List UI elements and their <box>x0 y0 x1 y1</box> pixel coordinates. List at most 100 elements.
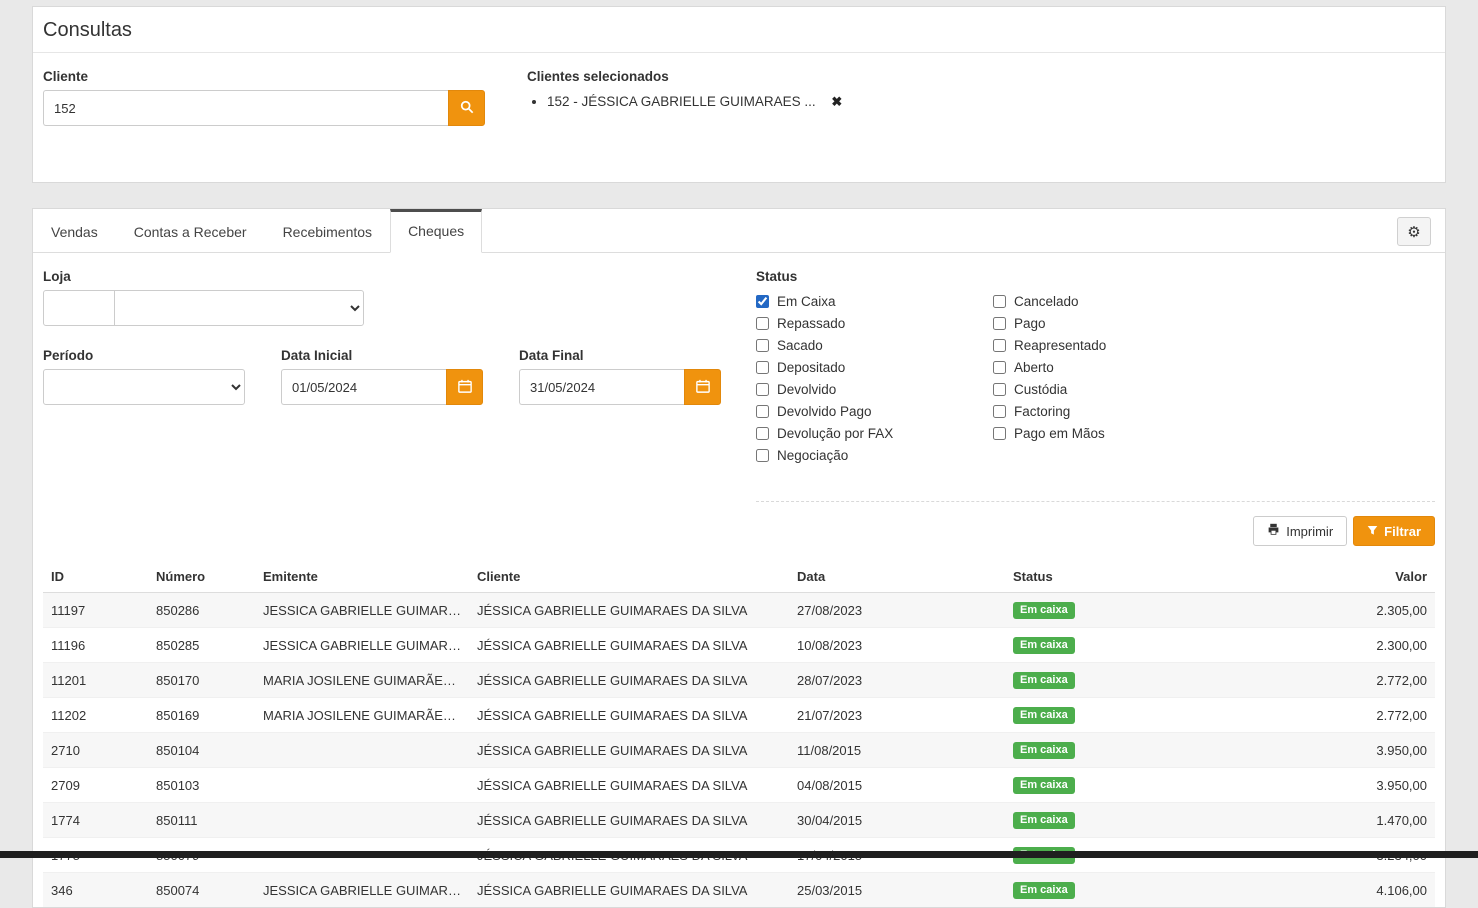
cell-numero: 850103 <box>148 768 255 803</box>
col-header-data: Data <box>789 561 1005 593</box>
table-row[interactable]: 11202 850169 MARIA JOSILENE GUIMARÃES SI… <box>43 698 1435 733</box>
cell-valor: 2.772,00 <box>1275 663 1435 698</box>
status-option: Pago em Mãos <box>993 422 1106 444</box>
cell-emitente <box>255 733 469 768</box>
col-header-status: Status <box>1005 561 1275 593</box>
remove-client-icon[interactable]: ✖ <box>831 94 842 109</box>
cell-status: Em caixa <box>1005 803 1275 838</box>
filters-section: Loja Período Data Inicial <box>33 253 1445 466</box>
status-badge: Em caixa <box>1013 707 1075 724</box>
status-badge: Em caixa <box>1013 777 1075 794</box>
status-checkbox[interactable] <box>993 405 1006 418</box>
cell-cliente: JÉSSICA GABRIELLE GUIMARAES DA SILVA <box>469 768 789 803</box>
imprimir-button[interactable]: Imprimir <box>1253 516 1347 546</box>
data-inicial-calendar-button[interactable] <box>446 369 483 405</box>
tab-recebimentos[interactable]: Recebimentos <box>265 209 391 253</box>
cell-numero: 850170 <box>148 663 255 698</box>
cliente-label: Cliente <box>43 69 485 84</box>
cell-valor: 4.106,00 <box>1275 873 1435 908</box>
settings-button[interactable]: ⚙ <box>1397 217 1431 246</box>
status-badge: Em caixa <box>1013 882 1075 899</box>
status-option: Factoring <box>993 400 1106 422</box>
col-header-numero: Número <box>148 561 255 593</box>
status-option-label: Repassado <box>777 316 845 331</box>
status-label: Status <box>756 269 1435 284</box>
cell-id: 2709 <box>43 768 148 803</box>
status-column-2: Cancelado Pago Reapresentado Aberto Cust… <box>993 290 1106 466</box>
cliente-search-button[interactable] <box>448 90 485 126</box>
table-row[interactable]: 11197 850286 JESSICA GABRIELLE GUIMARAES… <box>43 593 1435 628</box>
cell-valor: 3.950,00 <box>1275 768 1435 803</box>
table-row[interactable]: 2709 850103 JÉSSICA GABRIELLE GUIMARAES … <box>43 768 1435 803</box>
table-row[interactable]: 1774 850111 JÉSSICA GABRIELLE GUIMARAES … <box>43 803 1435 838</box>
cell-valor: 1.470,00 <box>1275 803 1435 838</box>
cell-id: 11197 <box>43 593 148 628</box>
cell-status: Em caixa <box>1005 733 1275 768</box>
cliente-search-input[interactable] <box>43 90 448 126</box>
tab-contas-a-receber[interactable]: Contas a Receber <box>116 209 265 253</box>
status-checkbox[interactable] <box>993 339 1006 352</box>
cell-emitente: JESSICA GABRIELLE GUIMARAES SILVA <box>255 873 469 908</box>
data-final-input[interactable] <box>519 369 684 405</box>
cell-data: 30/04/2015 <box>789 803 1005 838</box>
cell-cliente: JÉSSICA GABRIELLE GUIMARAES DA SILVA <box>469 663 789 698</box>
data-final-calendar-button[interactable] <box>684 369 721 405</box>
status-checkbox[interactable] <box>993 427 1006 440</box>
status-option: Pago <box>993 312 1106 334</box>
clientes-selecionados-label: Clientes selecionados <box>527 69 842 84</box>
table-row[interactable]: 11196 850285 JESSICA GABRIELLE GUIMARAES… <box>43 628 1435 663</box>
status-option: Reapresentado <box>993 334 1106 356</box>
status-option-label: Aberto <box>1014 360 1054 375</box>
status-option-label: Factoring <box>1014 404 1070 419</box>
status-checkbox[interactable] <box>756 427 769 440</box>
cell-valor: 3.950,00 <box>1275 733 1435 768</box>
tab-vendas[interactable]: Vendas <box>33 209 116 253</box>
cell-data: 10/08/2023 <box>789 628 1005 663</box>
status-checkbox[interactable] <box>756 405 769 418</box>
filtrar-label: Filtrar <box>1384 524 1421 539</box>
status-checkbox[interactable] <box>993 295 1006 308</box>
cell-numero: 850104 <box>148 733 255 768</box>
status-option: Repassado <box>756 312 993 334</box>
cell-status: Em caixa <box>1005 663 1275 698</box>
table-row[interactable]: 11201 850170 MARIA JOSILENE GUIMARÃES SI… <box>43 663 1435 698</box>
status-checkbox[interactable] <box>993 361 1006 374</box>
filtrar-button[interactable]: Filtrar <box>1353 516 1435 546</box>
consultas-body: Cliente Clientes selecionados 152 - JÉS <box>33 53 1445 182</box>
status-checkbox[interactable] <box>756 449 769 462</box>
status-checkbox[interactable] <box>993 383 1006 396</box>
table-header-row: ID Número Emitente Cliente Data Status V… <box>43 561 1435 593</box>
status-checkbox[interactable] <box>756 339 769 352</box>
cell-status: Em caixa <box>1005 768 1275 803</box>
status-checkbox[interactable] <box>756 361 769 374</box>
table-row[interactable]: 346 850074 JESSICA GABRIELLE GUIMARAES S… <box>43 873 1435 908</box>
status-checkbox[interactable] <box>993 317 1006 330</box>
status-option: Aberto <box>993 356 1106 378</box>
status-checkbox[interactable] <box>756 295 769 308</box>
status-checkbox[interactable] <box>756 317 769 330</box>
search-icon <box>460 100 474 117</box>
status-option-label: Negociação <box>777 448 848 463</box>
loja-label: Loja <box>43 269 756 284</box>
data-inicial-group: Data Inicial <box>281 348 483 405</box>
status-option-label: Depositado <box>777 360 845 375</box>
cell-status: Em caixa <box>1005 873 1275 908</box>
cell-cliente: JÉSSICA GABRIELLE GUIMARAES DA SILVA <box>469 628 789 663</box>
cheques-table-body: 11197 850286 JESSICA GABRIELLE GUIMARAES… <box>43 593 1435 908</box>
tab-cheques[interactable]: Cheques <box>390 209 482 253</box>
periodo-select[interactable] <box>43 369 245 405</box>
loja-number-input[interactable] <box>43 290 115 326</box>
data-inicial-label: Data Inicial <box>281 348 483 363</box>
status-checkbox[interactable] <box>756 383 769 396</box>
actions-bar: Imprimir Filtrar <box>756 501 1435 546</box>
table-row[interactable]: 2710 850104 JÉSSICA GABRIELLE GUIMARAES … <box>43 733 1435 768</box>
col-header-emitente: Emitente <box>255 561 469 593</box>
data-inicial-input[interactable] <box>281 369 446 405</box>
cell-emitente <box>255 803 469 838</box>
col-header-valor: Valor <box>1275 561 1435 593</box>
cell-id: 346 <box>43 873 148 908</box>
cell-numero: 850169 <box>148 698 255 733</box>
loja-select[interactable] <box>114 290 364 326</box>
status-option-label: Em Caixa <box>777 294 836 309</box>
status-option: Depositado <box>756 356 993 378</box>
